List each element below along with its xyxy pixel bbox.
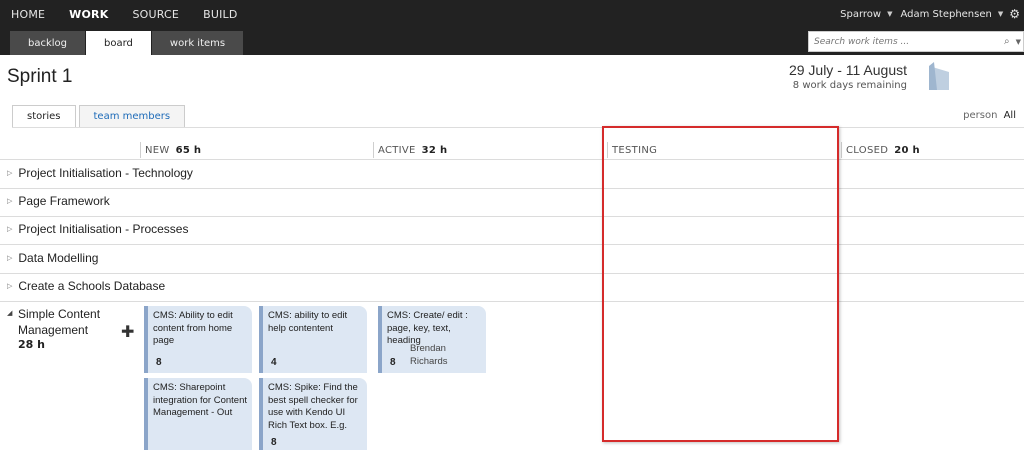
chevron-down-icon: ▼ [997,10,1004,18]
chevron-down-icon[interactable]: ▼ [1016,38,1021,46]
divider [0,188,1024,189]
hub-tabs: backlog board work items [10,31,244,55]
column-name: CLOSED [846,144,889,156]
expand-icon[interactable]: ▷ [7,282,12,290]
tab-stories[interactable]: stories [12,105,76,127]
divider [373,142,374,158]
card-points: 8 [271,436,277,448]
story-title: Management [18,323,89,337]
collapse-icon[interactable]: ◢ [7,306,12,322]
expand-icon[interactable]: ▷ [7,169,12,177]
story-row-expanded[interactable]: ◢ Simple Content Management [7,306,100,338]
tab-work-items[interactable]: work items [151,31,244,55]
testing-column-highlight [602,126,839,442]
sprint-remaining: 8 work days remaining [792,80,907,91]
board-subtabs: stories team members [12,105,188,127]
person-filter-label: person [963,110,998,121]
search-input[interactable] [809,32,1004,51]
task-card[interactable]: CMS: Sharepoint integration for Content … [144,378,252,450]
main-nav: HOME WORK SOURCE BUILD [0,0,250,28]
tab-board[interactable]: board [86,31,151,55]
column-name: ACTIVE [378,144,416,156]
nav-source[interactable]: SOURCE [120,8,191,21]
card-title: CMS: ability to edit help contentent [268,310,348,334]
user-area: Sparrow ▼ Adam Stephensen ▼ ⚙ [840,0,1024,28]
divider [12,127,1024,128]
column-hours: 65 h [175,144,202,156]
user-name: Adam Stephensen [900,8,992,20]
story-row[interactable]: ▷ Data Modelling [7,251,98,265]
card-title: CMS: Spike: Find the best spell checker … [268,382,358,431]
column-hours: 20 h [894,144,920,156]
search-box: ⌕ ▼ [808,31,1024,52]
story-title: Create a Schools Database [18,279,166,293]
person-filter-value[interactable]: All [1004,110,1016,121]
story-row[interactable]: ▷ Page Framework [7,194,110,208]
story-title: Page Framework [18,194,110,208]
story-row[interactable]: ▷ Project Initialisation - Technology [7,166,193,180]
story-row[interactable]: ▷ Project Initialisation - Processes [7,222,188,236]
top-header: HOME WORK SOURCE BUILD Sparrow ▼ Adam St… [0,0,1024,55]
tab-team-members[interactable]: team members [78,105,186,127]
story-title: Data Modelling [18,251,99,265]
column-hours: 32 h [421,144,448,156]
divider [0,216,1024,217]
add-task-icon[interactable]: ✚ [121,322,134,341]
card-assignee: Brendan Richards [410,343,448,367]
column-header-closed: CLOSED 20 h [846,142,920,158]
expand-icon[interactable]: ▷ [7,197,12,205]
tab-backlog[interactable]: backlog [10,31,86,55]
story-title: Project Initialisation - Processes [18,222,189,236]
person-filter[interactable]: person All [963,110,1016,121]
divider [0,273,1024,274]
task-card[interactable]: CMS: Create/ edit : page, key, text, hea… [378,306,486,373]
expand-icon[interactable]: ▷ [7,254,12,262]
column-header-active: ACTIVE 32 h [378,142,447,158]
card-points: 8 [156,356,162,368]
story-title: Project Initialisation - Technology [18,166,193,180]
project-name: Sparrow [840,8,882,20]
nav-work[interactable]: WORK [57,8,120,21]
task-card[interactable]: CMS: Spike: Find the best spell checker … [259,378,367,450]
divider [0,159,1024,160]
chevron-down-icon: ▼ [887,10,893,18]
column-header-new: NEW 65 h [145,142,201,158]
project-selector[interactable]: Sparrow ▼ [840,9,892,20]
divider [0,244,1024,245]
task-card[interactable]: CMS: ability to edit help contentent 4 [259,306,367,373]
user-menu[interactable]: Adam Stephensen ▼ ⚙ [900,7,1020,21]
sprint-dates: 29 July - 11 August [788,62,907,78]
search-icon[interactable]: ⌕ [1004,36,1010,47]
divider [140,142,141,158]
page-title: Sprint 1 [7,66,73,87]
story-hours: 28 h [18,338,45,351]
nav-build[interactable]: BUILD [191,8,249,21]
task-card[interactable]: CMS: Ability to edit content from home p… [144,306,252,373]
card-title: CMS: Ability to edit content from home p… [153,310,233,346]
card-title: CMS: Sharepoint integration for Content … [153,382,248,418]
divider [0,301,1024,302]
card-points: 4 [271,356,277,368]
story-title: Simple Content [18,307,101,321]
card-points: 8 [390,356,396,368]
nav-home[interactable]: HOME [0,8,57,21]
story-row[interactable]: ▷ Create a Schools Database [7,279,165,293]
gear-icon[interactable]: ⚙ [1009,7,1020,21]
card-title: CMS: Create/ edit : page, key, text, hea… [387,310,468,346]
burndown-chart-icon[interactable] [925,62,949,90]
column-name: NEW [145,144,170,156]
divider [841,142,842,158]
expand-icon[interactable]: ▷ [7,225,12,233]
